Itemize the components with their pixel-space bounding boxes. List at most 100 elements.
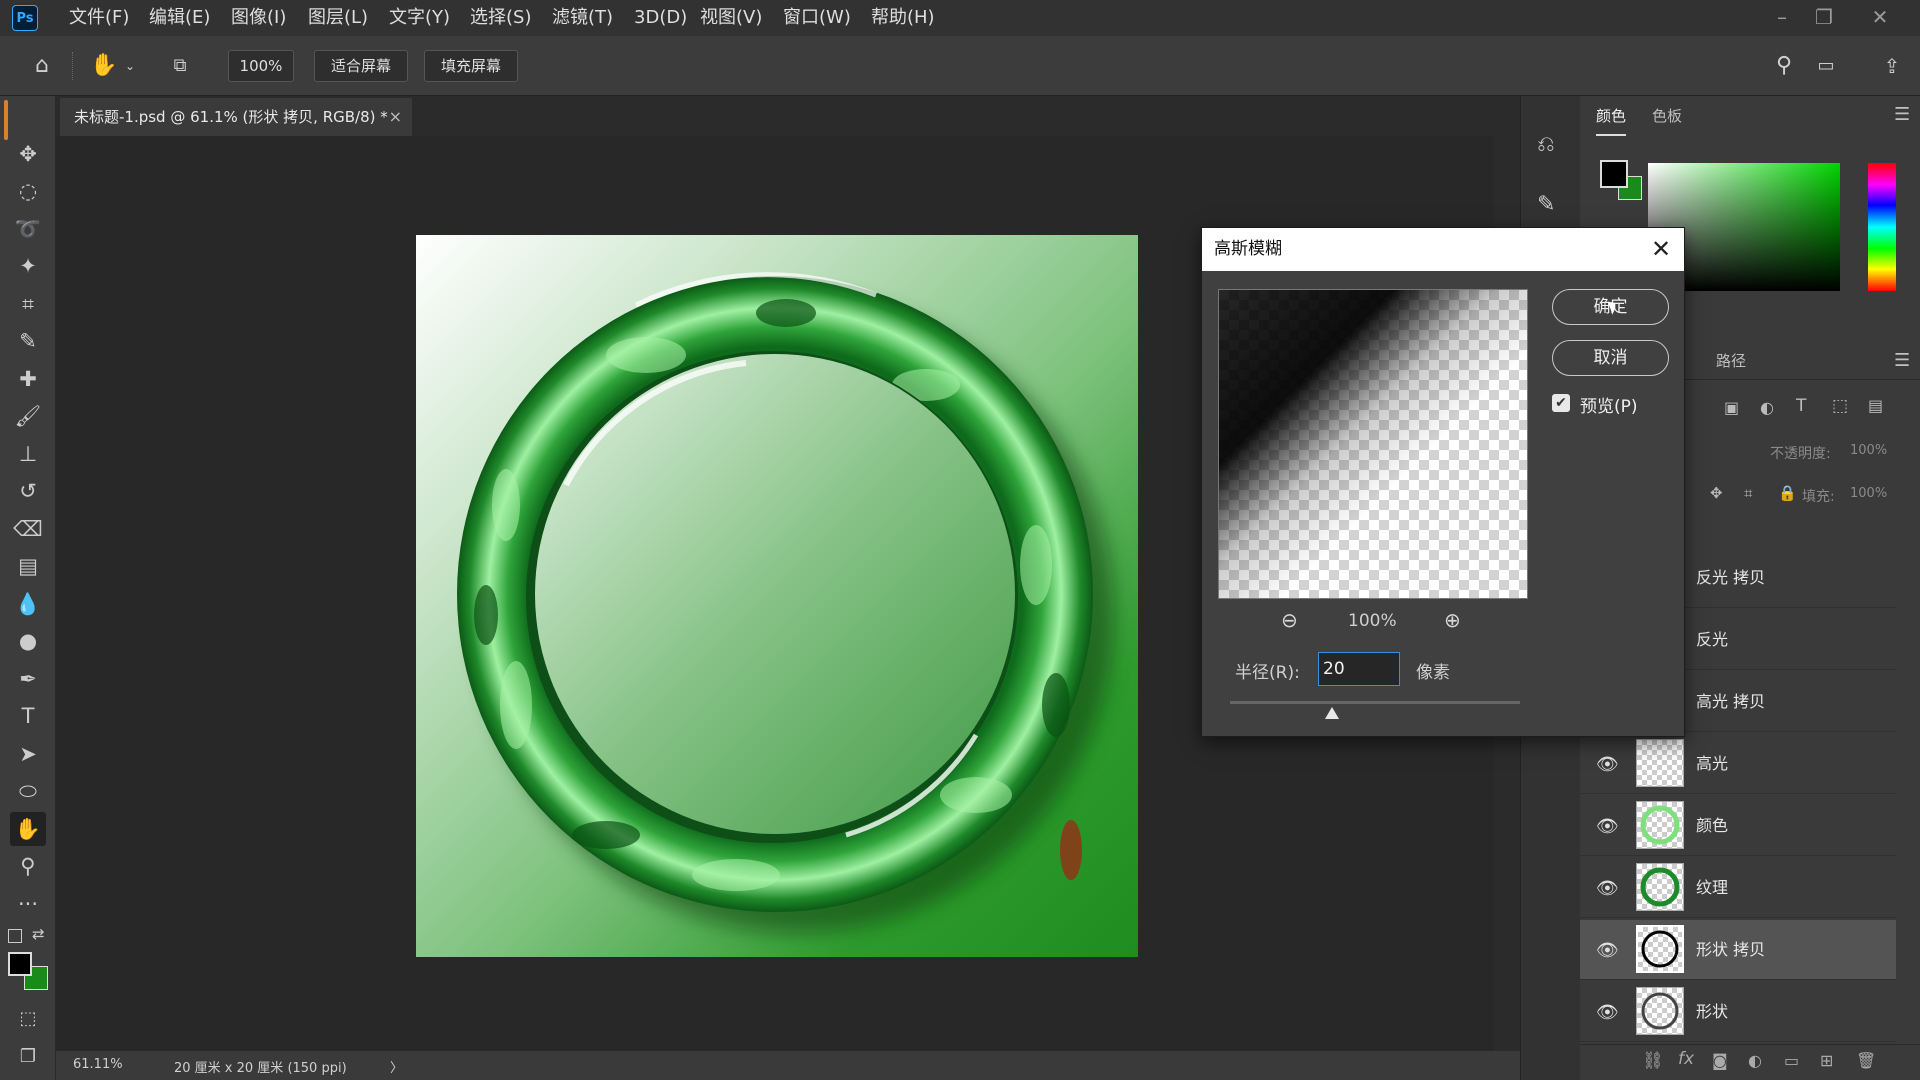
filter-shape-icon[interactable]: ⬚ xyxy=(1832,396,1848,416)
default-colors-icon[interactable] xyxy=(8,929,22,943)
swap-colors-icon[interactable]: ⇄ xyxy=(32,925,45,943)
zoom-out-icon[interactable]: ⊖ xyxy=(1281,608,1298,632)
add-mask-icon[interactable]: ◙ xyxy=(1712,1051,1728,1070)
radius-slider-track[interactable] xyxy=(1230,701,1520,704)
dodge-tool-icon[interactable]: ● xyxy=(10,624,46,658)
filter-type-icon[interactable]: T xyxy=(1796,396,1806,416)
type-tool-icon[interactable]: T xyxy=(10,699,46,733)
new-layer-icon[interactable]: ⊞ xyxy=(1820,1051,1833,1070)
filter-image-icon[interactable]: ▣ xyxy=(1724,398,1739,417)
eye-icon[interactable]: 👁 xyxy=(1596,940,1619,961)
menu-edit[interactable]: 编辑(E) xyxy=(149,0,210,36)
share-icon[interactable]: ⇪ xyxy=(1876,50,1908,82)
lock-position-icon[interactable]: ✥ xyxy=(1710,484,1723,502)
fit-screen-button[interactable]: 适合屏幕 xyxy=(314,50,408,82)
crop-tool-icon[interactable]: ⌗ xyxy=(10,287,46,321)
minimize-icon[interactable]: – xyxy=(1764,2,1800,32)
eye-icon[interactable]: 👁 xyxy=(1596,1002,1619,1023)
layer-style-icon[interactable]: fx xyxy=(1678,1049,1694,1069)
more-tools-icon[interactable]: ··· xyxy=(10,887,46,921)
radius-slider-thumb[interactable] xyxy=(1324,707,1339,719)
elliptical-marquee-icon[interactable]: ◌ xyxy=(10,174,46,208)
menu-help[interactable]: 帮助(H) xyxy=(871,0,935,36)
status-menu-arrow[interactable]: 〉 xyxy=(390,1057,403,1076)
filter-adjustment-icon[interactable]: ◐ xyxy=(1760,398,1774,417)
menu-image[interactable]: 图像(I) xyxy=(231,0,286,36)
blur-preview[interactable] xyxy=(1218,289,1528,599)
hue-slider[interactable] xyxy=(1868,163,1896,291)
cancel-button[interactable]: 取消 xyxy=(1552,340,1669,376)
layer-row[interactable]: 👁 形状 xyxy=(1580,982,1896,1042)
lock-artboard-icon[interactable]: ⌗ xyxy=(1744,484,1752,502)
panel-menu-icon[interactable]: ☰ xyxy=(1894,104,1910,125)
home-icon[interactable]: ⌂ xyxy=(26,50,58,82)
layer-row[interactable]: 👁 高光 xyxy=(1580,734,1896,794)
close-window-icon[interactable]: ✕ xyxy=(1862,2,1898,32)
chevron-down-icon[interactable]: ⌄ xyxy=(120,50,140,82)
tab-swatches[interactable]: 色板 xyxy=(1652,96,1682,136)
search-icon[interactable]: ⚲ xyxy=(1768,50,1800,82)
menu-window[interactable]: 窗口(W) xyxy=(783,0,851,36)
eye-icon[interactable]: 👁 xyxy=(1596,754,1619,775)
hand-tool-icon[interactable]: ✋ xyxy=(10,812,46,846)
path-selection-icon[interactable]: ➤ xyxy=(10,737,46,771)
scroll-all-windows-icon[interactable]: ⧉ xyxy=(164,50,196,82)
preview-checkbox[interactable]: ✔ xyxy=(1552,394,1570,412)
clone-stamp-icon[interactable]: ⊥ xyxy=(10,437,46,471)
zoom-in-icon[interactable]: ⊕ xyxy=(1444,608,1461,632)
zoom-tool-icon[interactable]: ⚲ xyxy=(10,849,46,883)
close-icon[interactable]: ✕ xyxy=(1646,228,1676,271)
menu-file[interactable]: 文件(F) xyxy=(69,0,129,36)
tab-color[interactable]: 颜色 xyxy=(1596,96,1627,136)
brush-settings-icon[interactable]: ✎ xyxy=(1537,192,1555,217)
menu-filter[interactable]: 滤镜(T) xyxy=(552,0,613,36)
zoom-100-button[interactable]: 100% xyxy=(228,50,294,82)
lasso-tool-icon[interactable]: ➰ xyxy=(10,212,46,246)
history-panel-icon[interactable]: ⎌ xyxy=(1537,132,1555,157)
new-group-icon[interactable]: ▭ xyxy=(1784,1051,1799,1070)
hand-tool-icon[interactable]: ✋ xyxy=(88,50,120,82)
eraser-icon[interactable]: ⌫ xyxy=(10,512,46,546)
layer-row-selected[interactable]: 👁 形状 拷贝 xyxy=(1580,920,1896,980)
quick-mask-icon[interactable]: ⬚ xyxy=(10,1002,46,1036)
dialog-titlebar[interactable]: 高斯模糊 ✕ xyxy=(1202,228,1684,271)
opacity-value[interactable]: 100% xyxy=(1850,443,1887,458)
eyedropper-icon[interactable]: ✎ xyxy=(10,324,46,358)
close-tab-icon[interactable]: × xyxy=(389,98,402,136)
eye-icon[interactable]: 👁 xyxy=(1596,816,1619,837)
menu-3d[interactable]: 3D(D) xyxy=(634,0,687,36)
gradient-tool-icon[interactable]: ▤ xyxy=(10,549,46,583)
preview-checkbox-label[interactable]: 预览(P) xyxy=(1580,392,1638,417)
radius-input[interactable] xyxy=(1318,652,1400,686)
menu-view[interactable]: 视图(V) xyxy=(700,0,762,36)
link-layers-icon[interactable]: ⛓ xyxy=(1642,1051,1664,1071)
restore-icon[interactable]: ❐ xyxy=(1806,2,1842,32)
history-brush-icon[interactable]: ↺ xyxy=(10,474,46,508)
screen-mode-icon[interactable]: ❐ xyxy=(10,1040,46,1074)
layer-row[interactable]: 👁 纹理 xyxy=(1580,858,1896,918)
layers-panel-menu-icon[interactable]: ☰ xyxy=(1894,350,1910,371)
fill-value[interactable]: 100% xyxy=(1850,486,1887,501)
eye-icon[interactable]: 👁 xyxy=(1596,878,1619,899)
ellipse-tool-icon[interactable]: ⬭ xyxy=(10,774,46,808)
healing-brush-icon[interactable]: ✚ xyxy=(10,362,46,396)
magic-wand-icon[interactable]: ✦ xyxy=(10,249,46,283)
blur-tool-icon[interactable]: 💧 xyxy=(10,587,46,621)
pen-tool-icon[interactable]: ✒ xyxy=(10,662,46,696)
tab-paths[interactable]: 路径 xyxy=(1716,343,1746,379)
menu-type[interactable]: 文字(Y) xyxy=(389,0,450,36)
document-tab[interactable]: 未标题-1.psd @ 61.1% (形状 拷贝, RGB/8) * × xyxy=(60,98,412,136)
menu-layer[interactable]: 图层(L) xyxy=(308,0,368,36)
lock-all-icon[interactable]: 🔒 xyxy=(1778,484,1797,502)
delete-layer-icon[interactable]: 🗑 xyxy=(1856,1051,1876,1070)
filter-smart-object-icon[interactable]: ▤ xyxy=(1868,396,1883,415)
document-canvas[interactable] xyxy=(416,235,1138,957)
move-tool-icon[interactable]: ✥ xyxy=(10,137,46,171)
brush-tool-icon[interactable]: 🖌 xyxy=(10,399,46,433)
status-zoom[interactable]: 61.11% xyxy=(73,1057,123,1072)
workspace-icon[interactable]: ▭ xyxy=(1810,50,1842,82)
fill-screen-button[interactable]: 填充屏幕 xyxy=(424,50,518,82)
panel-foreground-swatch[interactable] xyxy=(1600,160,1628,188)
adjustment-layer-icon[interactable]: ◐ xyxy=(1748,1051,1762,1070)
menu-select[interactable]: 选择(S) xyxy=(470,0,531,36)
